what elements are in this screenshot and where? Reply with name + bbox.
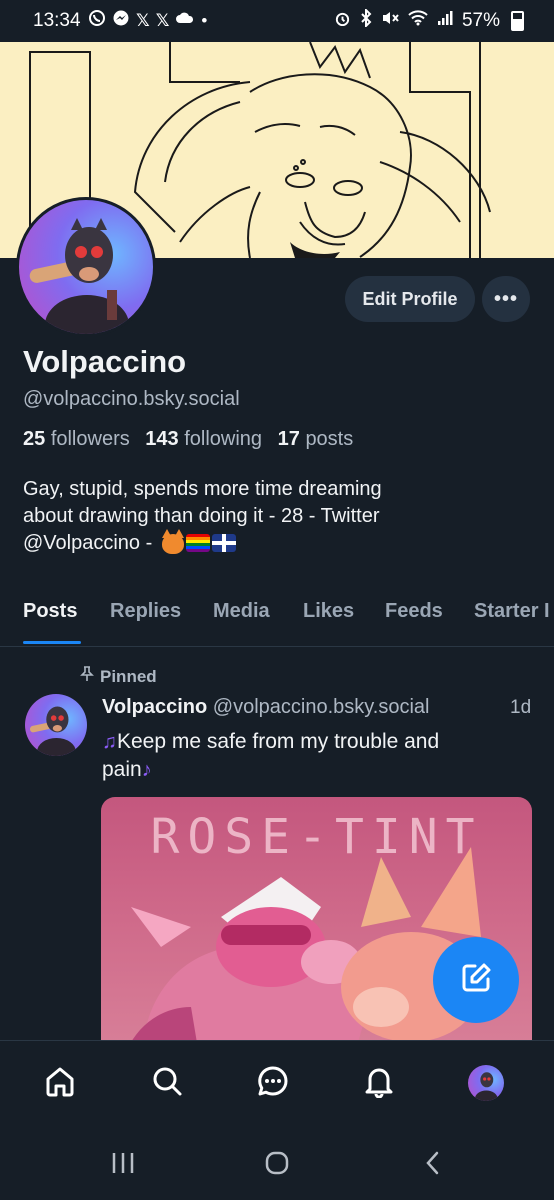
edit-profile-button[interactable]: Edit Profile <box>345 276 475 322</box>
bio-line: about drawing than doing it - 28 - Twitt… <box>23 505 380 527</box>
posts-label: posts <box>305 428 354 450</box>
compose-post-button[interactable] <box>433 937 519 1023</box>
profile-avatar[interactable] <box>16 197 156 337</box>
avatar-illustration <box>474 1072 498 1101</box>
nav-search[interactable] <box>147 1063 187 1103</box>
x-icon: 𝕏 <box>136 10 150 30</box>
home-icon <box>43 1064 77 1103</box>
pinned-label: Pinned <box>100 666 157 686</box>
bottom-navigation <box>0 1040 554 1131</box>
battery-icon <box>511 10 524 31</box>
profile-bio: Gay, stupid, spends more time dreaming a… <box>23 476 493 557</box>
music-notes-icon: ♪ <box>141 759 152 781</box>
post-text-line: pain <box>102 758 142 781</box>
nav-messages[interactable] <box>253 1063 293 1103</box>
status-bar: 13:34 𝕏 𝕏 • 57% <box>0 0 554 42</box>
pinned-indicator: Pinned <box>80 666 157 687</box>
tab-starter-packs[interactable]: Starter I <box>474 600 550 623</box>
uk-flag-icon <box>211 533 236 552</box>
profile-avatar-small <box>468 1065 504 1101</box>
post-author-avatar[interactable] <box>25 694 87 756</box>
back-button[interactable] <box>418 1150 448 1180</box>
posts-stat: 17 posts <box>278 428 354 450</box>
dot-icon: • <box>201 10 208 30</box>
post-text: ♫Keep me safe from my trouble and pain♪ <box>102 728 532 784</box>
notification-icons: 𝕏 𝕏 • <box>88 9 207 32</box>
recents-icon <box>110 1151 136 1180</box>
rainbow-flag-icon <box>185 533 210 552</box>
nav-profile[interactable] <box>466 1063 506 1103</box>
following-stat[interactable]: 143 following <box>145 428 262 450</box>
more-options-button[interactable]: ••• <box>482 276 530 322</box>
whatsapp-icon <box>88 9 106 32</box>
avatar-illustration <box>29 218 129 334</box>
bio-line: @Volpaccino - <box>23 532 158 554</box>
pin-icon <box>80 666 94 687</box>
active-tab-indicator <box>23 641 81 644</box>
recent-apps-button[interactable] <box>108 1150 138 1180</box>
tab-posts[interactable]: Posts <box>23 600 77 623</box>
post-timestamp[interactable]: 1d <box>510 697 531 719</box>
post-author-handle[interactable]: @volpaccino.bsky.social <box>213 696 430 718</box>
home-circle-icon <box>264 1150 290 1181</box>
back-chevron-icon <box>423 1150 443 1181</box>
home-button[interactable] <box>262 1150 292 1180</box>
battery-percent: 57% <box>461 9 500 31</box>
ellipsis-icon: ••• <box>493 287 518 310</box>
post-image[interactable]: ROSE-TINT <box>101 797 532 1067</box>
system-navigation-bar <box>0 1130 554 1200</box>
nav-home[interactable] <box>40 1063 80 1103</box>
bell-icon <box>362 1064 396 1103</box>
profile-handle: @volpaccino.bsky.social <box>23 388 240 410</box>
fox-emoji-icon <box>161 528 184 554</box>
status-time: 13:34 <box>33 10 81 31</box>
post-text-line: Keep me safe from my trouble and <box>117 730 440 753</box>
nav-notifications[interactable] <box>359 1063 399 1103</box>
tab-feeds[interactable]: Feeds <box>385 600 443 623</box>
post-header: Volpaccino @volpaccino.bsky.social <box>102 696 429 719</box>
music-note-icon: ♫ <box>102 731 117 753</box>
bluetooth-icon <box>360 7 372 32</box>
post-image-illustration <box>121 847 481 1067</box>
following-count: 143 <box>145 428 179 450</box>
signal-icon <box>437 10 453 31</box>
profile-stats: 25 followers 143 following 17 posts <box>23 428 363 451</box>
mute-icon <box>381 10 399 31</box>
bio-line-last: @Volpaccino - <box>23 528 493 557</box>
wifi-icon <box>408 10 428 31</box>
cloud-icon <box>175 10 195 31</box>
profile-tabs: Posts Replies Media Likes Feeds Starter … <box>0 592 554 647</box>
avatar-illustration <box>29 706 76 756</box>
bio-line: Gay, stupid, spends more time dreaming <box>23 478 382 500</box>
alarm-icon <box>334 10 351 32</box>
followers-label: followers <box>50 428 130 450</box>
tab-likes[interactable]: Likes <box>303 600 354 623</box>
tab-media[interactable]: Media <box>213 600 270 623</box>
following-label: following <box>184 428 263 450</box>
messages-icon <box>256 1064 290 1103</box>
tab-replies[interactable]: Replies <box>110 600 181 623</box>
compose-icon <box>458 960 494 1001</box>
messenger-icon <box>112 9 130 32</box>
system-icons: 57% <box>334 7 524 32</box>
post-author-name[interactable]: Volpaccino <box>102 696 207 718</box>
profile-display-name: Volpaccino <box>23 344 187 379</box>
posts-count: 17 <box>277 428 300 450</box>
followers-count: 25 <box>23 428 46 450</box>
bio-emojis <box>161 528 236 554</box>
x-icon: 𝕏 <box>155 10 170 30</box>
followers-stat[interactable]: 25 followers <box>23 428 130 450</box>
search-icon <box>150 1064 184 1103</box>
